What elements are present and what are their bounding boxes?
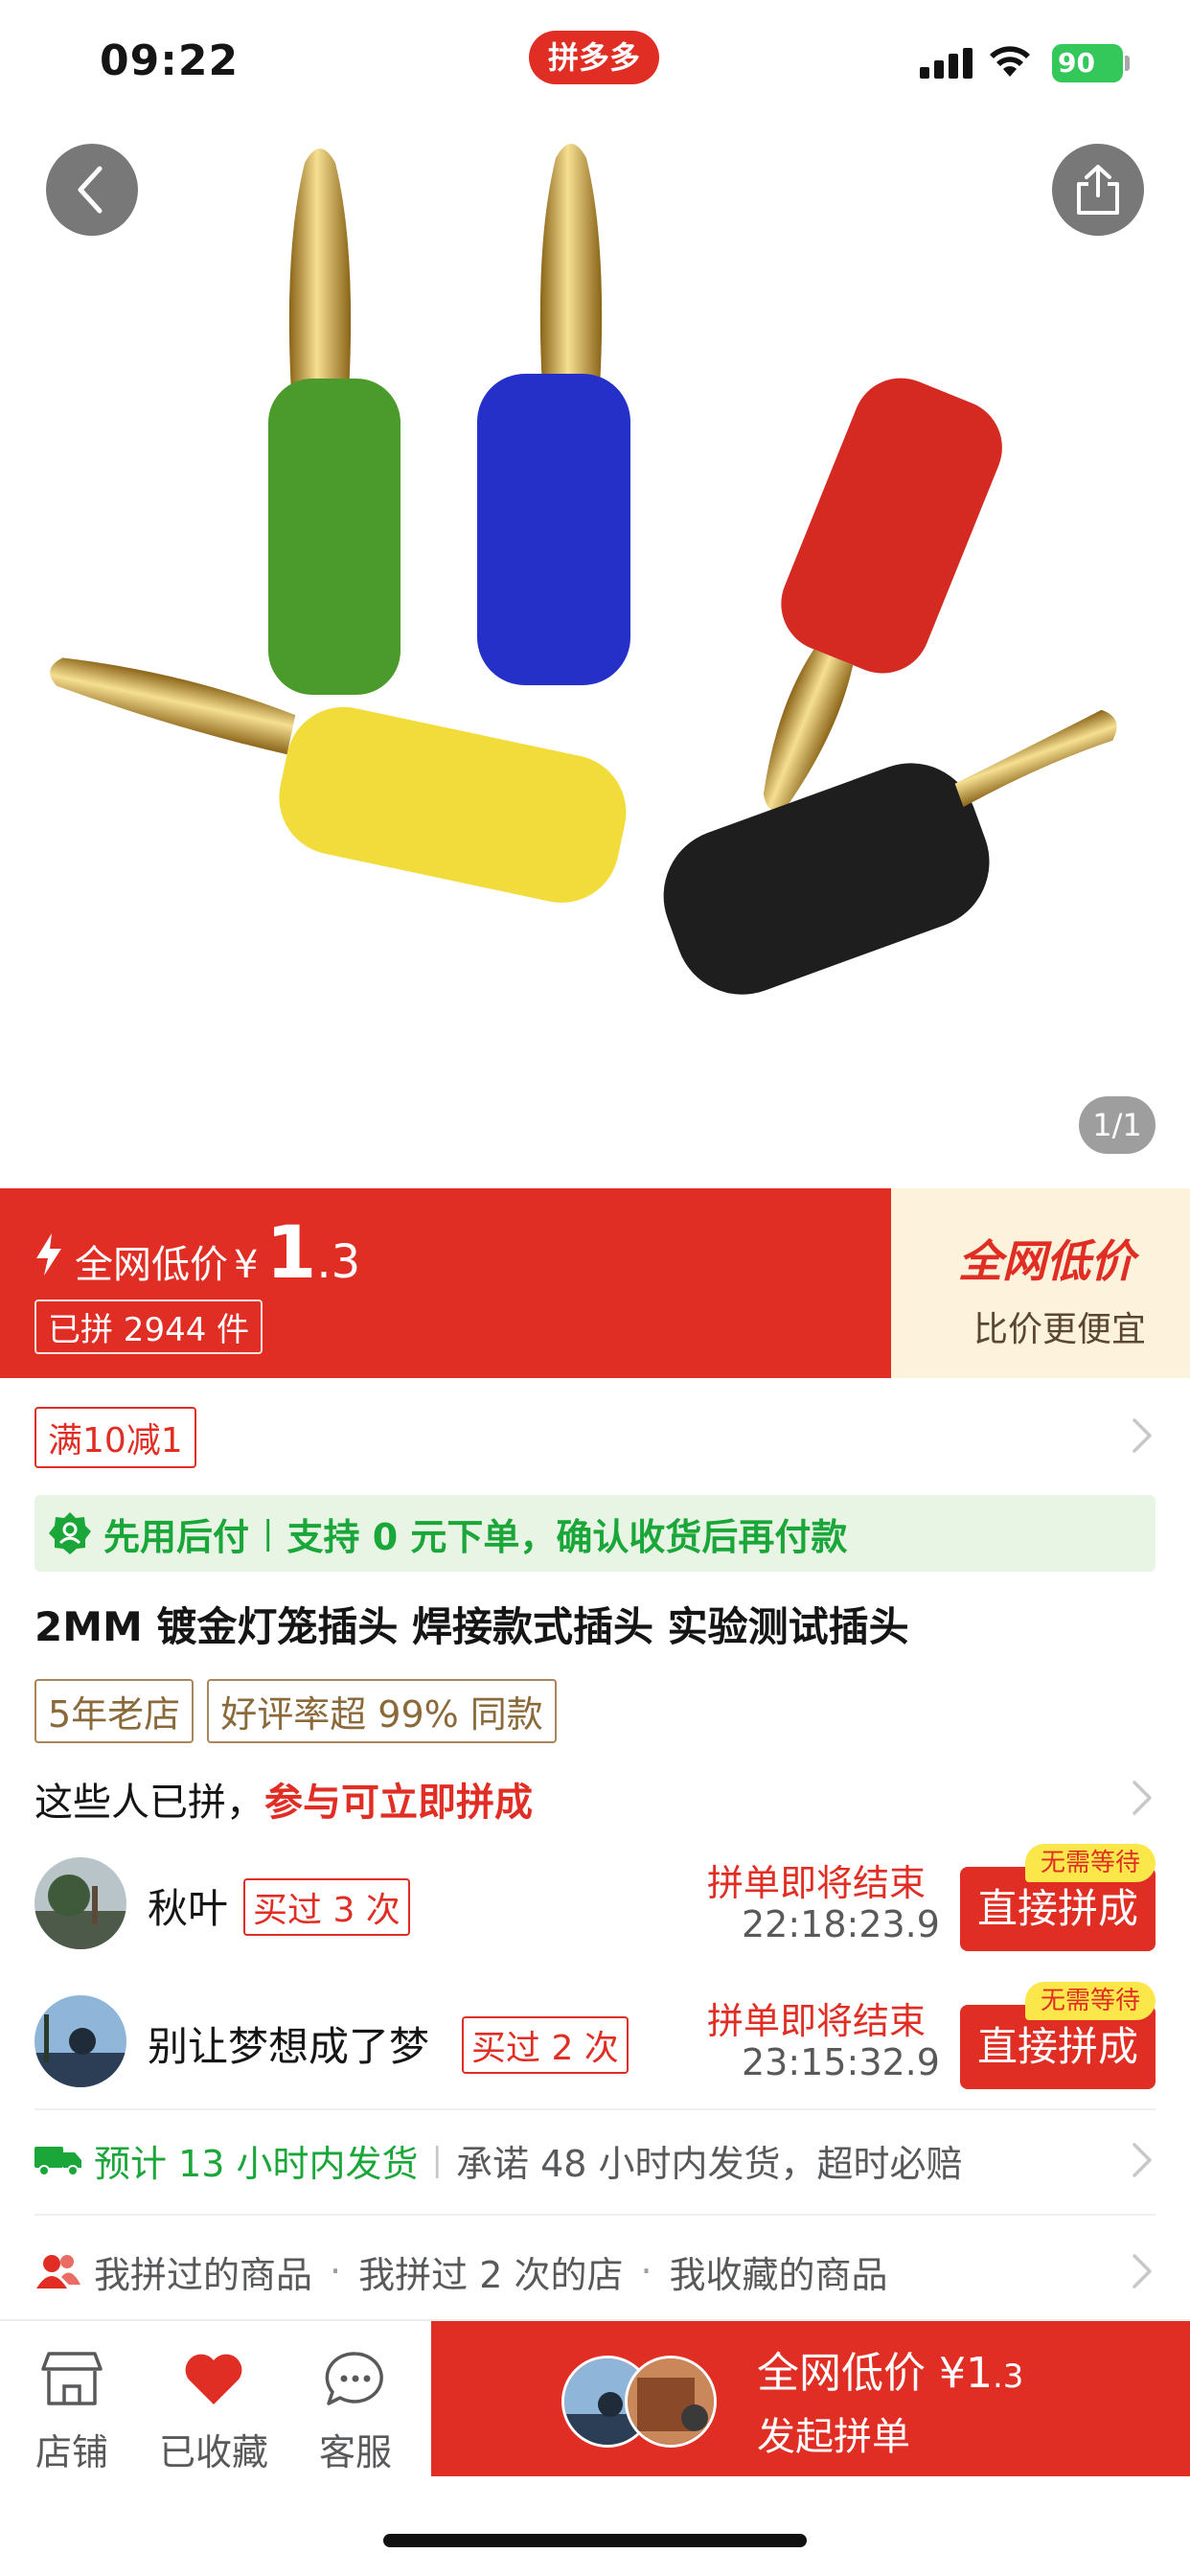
wifi-icon (990, 46, 1030, 77)
product-photo (50, 144, 1117, 995)
plug-body-3 (279, 706, 627, 903)
divider (34, 2214, 1156, 2216)
shop-tags: 5年老店 好评率超 99% 同款 (34, 1679, 557, 1743)
tab-customer-service[interactable]: 客服 (284, 2344, 427, 2475)
separator-dot: · (330, 2250, 342, 2292)
red-plug (763, 378, 1002, 812)
no-wait-badge: 无需等待 (1025, 1982, 1156, 2020)
pay-later-title: 先用后付 (103, 1515, 250, 1558)
history-favorites[interactable]: 我收藏的商品 (670, 2245, 888, 2298)
coupon-tag: 满10减1 (34, 1407, 196, 1468)
group-buy-header[interactable]: 这些人已拼，参与可立即拼成 (34, 1771, 533, 1827)
separator: | (431, 2141, 443, 2179)
group-row: 别让梦想成了梦 买过 2 次 拼单即将结束 23:15:32.9 直接拼成 无需… (34, 1982, 1156, 2095)
price-label: 全网低价 (75, 1243, 228, 1287)
cta-price-decimal: .3 (992, 2358, 1024, 2396)
lightning-icon (36, 1233, 61, 1276)
badge-icon (46, 1509, 94, 1557)
app-badge: 拼多多 (529, 31, 659, 84)
battery-tip (1125, 56, 1130, 71)
green-plug (268, 149, 400, 695)
cta-price-label: 全网低价 ¥ (757, 2349, 966, 2398)
plug-body-1 (477, 374, 630, 685)
countdown-timer: 23:15:32.9 (742, 2041, 940, 2083)
shop-tag-years: 5年老店 (34, 1679, 195, 1743)
price-line: 全网低价 ¥ 1 .3 (33, 1209, 360, 1295)
price-currency: ¥ (234, 1243, 259, 1287)
black-plug (663, 709, 1117, 995)
separator-dot: · (640, 2250, 652, 2292)
chevron-right-icon (1133, 2254, 1152, 2288)
battery-icon: 90 (1052, 44, 1123, 82)
price-banner: 全网低价 ¥ 1 .3 已拼 2944 件 全网低价 比价更便宜 (0, 1188, 1190, 1378)
price-integer: 1 (265, 1209, 317, 1295)
tab-store[interactable]: 店铺 (0, 2344, 144, 2475)
home-indicator (383, 2534, 807, 2547)
tab-favorite[interactable]: 已收藏 (142, 2344, 286, 2475)
history-row[interactable]: 我拼过的商品 · 我拼过 2 次的店 · 我收藏的商品 (34, 2233, 1156, 2310)
bought-count-tag: 买过 3 次 (243, 1878, 410, 1936)
cta-price: 全网低价 ¥1.3 (757, 2338, 1023, 2400)
cta-label: 发起拼单 (757, 2415, 910, 2459)
share-button[interactable] (1052, 144, 1144, 236)
divider (34, 2108, 1156, 2110)
status-time: 09:22 (100, 36, 240, 85)
ending-label: 拼单即将结束 (707, 1862, 927, 1904)
separator: | (263, 1514, 274, 1552)
history-shops[interactable]: 我拼过 2 次的店 (358, 2245, 623, 2298)
tab-label: 店铺 (34, 2431, 108, 2473)
product-title: 2MM 镀金灯笼插头 焊接款式插头 实验测试插头 (34, 1603, 909, 1650)
truck-icon (34, 2147, 81, 2176)
chevron-right-icon (1133, 2143, 1152, 2177)
avatar (34, 1857, 126, 1949)
promo-panel: 全网低价 比价更便宜 (891, 1188, 1190, 1378)
battery-level: 90 (1058, 47, 1095, 79)
group-header-text: 这些人已拼， (34, 1781, 264, 1825)
avatar (34, 1995, 126, 2087)
tab-label: 已收藏 (158, 2431, 268, 2473)
countdown-timer: 22:18:23.9 (742, 1903, 940, 1945)
no-wait-badge: 无需等待 (1025, 1844, 1156, 1882)
chevron-right-icon (1133, 1781, 1152, 1815)
promo-subtitle: 比价更便宜 (973, 1310, 1147, 1349)
back-button[interactable] (46, 144, 138, 236)
cta-price-integer: 1 (965, 2349, 993, 2398)
image-counter: 1/1 (1079, 1096, 1156, 1154)
plug-body-2 (781, 378, 1002, 674)
ship-promise: 承诺 48 小时内发货，超时必赔 (455, 2142, 963, 2185)
tab-label: 客服 (318, 2431, 392, 2473)
shipping-row[interactable]: 预计 13 小时内发货 | 承诺 48 小时内发货，超时必赔 (34, 2122, 1156, 2198)
share-icon (1077, 165, 1119, 215)
store-icon (41, 2352, 103, 2405)
promo-title: 全网低价 (958, 1235, 1134, 1287)
start-group-buy-button[interactable]: 全网低价 ¥1.3 发起拼单 (431, 2321, 1190, 2476)
user-name: 别让梦想成了梦 (148, 2023, 430, 2070)
avatar (625, 2356, 717, 2448)
plug-body-0 (268, 379, 400, 695)
group-header-highlight: 参与可立即拼成 (264, 1781, 533, 1825)
product-image-gallery[interactable] (0, 0, 1190, 1188)
sold-count: 已拼 2944 件 (34, 1300, 263, 1354)
plug-body-4 (663, 763, 990, 995)
chat-icon (325, 2352, 383, 2405)
chevron-right-icon (1133, 1418, 1152, 1453)
bought-count-tag: 买过 2 次 (462, 2016, 629, 2074)
status-bar: 09:22 拼多多 90 (0, 0, 1190, 125)
signal-icon (920, 48, 973, 79)
heart-icon (185, 2354, 242, 2404)
pay-later-desc: 支持 0 元下单，确认收货后再付款 (286, 1515, 848, 1558)
ending-label: 拼单即将结束 (707, 2000, 927, 2042)
coupon-row[interactable]: 满10减1 (0, 1378, 1190, 1491)
cta-avatars (561, 2356, 734, 2448)
users-icon (36, 2255, 80, 2288)
price-decimal: .3 (316, 1235, 361, 1289)
user-name: 秋叶 (148, 1885, 229, 1932)
blue-plug (477, 144, 630, 685)
pay-later-banner[interactable]: 先用后付 | 支持 0 元下单，确认收货后再付款 (34, 1495, 1156, 1572)
group-row: 秋叶 买过 3 次 拼单即将结束 22:18:23.9 直接拼成 无需等待 (34, 1844, 1156, 1957)
ship-eta: 预计 13 小时内发货 (94, 2142, 419, 2185)
shop-tag-rating: 好评率超 99% 同款 (207, 1679, 557, 1743)
history-purchased-goods[interactable]: 我拼过的商品 (94, 2245, 312, 2298)
chevron-left-icon (78, 166, 103, 214)
